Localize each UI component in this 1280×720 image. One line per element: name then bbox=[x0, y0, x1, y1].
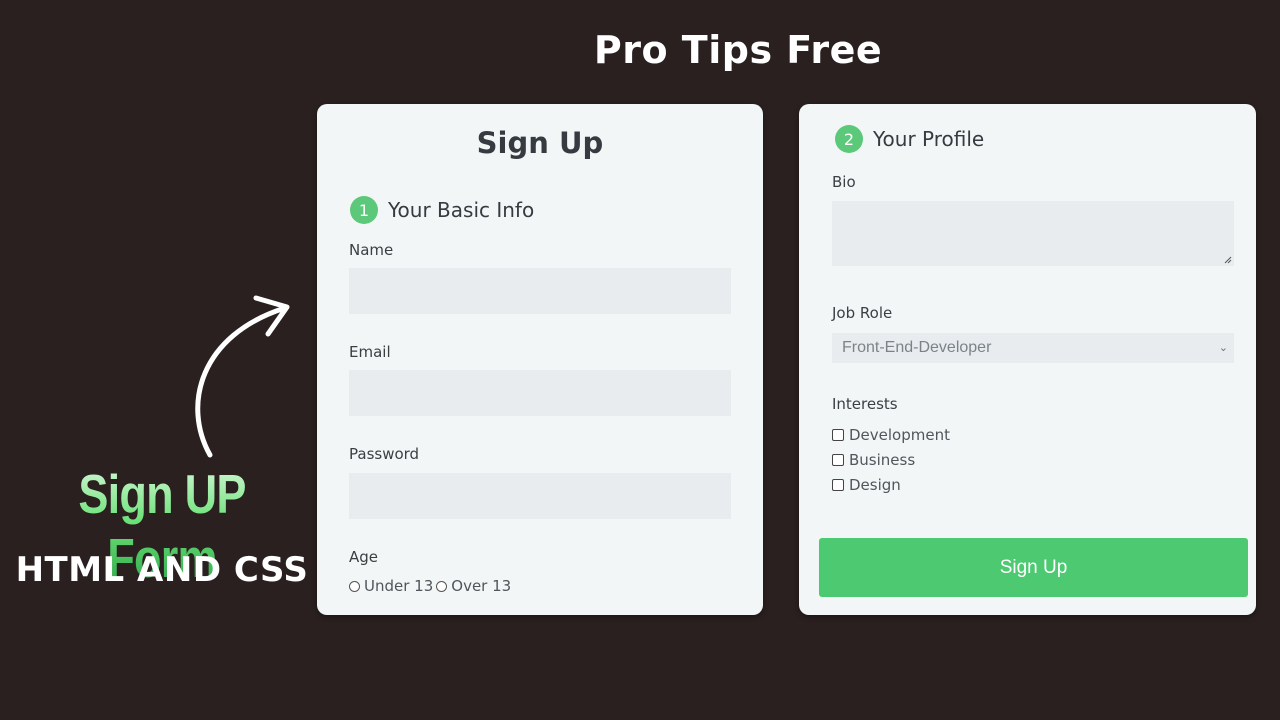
bio-textarea[interactable] bbox=[832, 201, 1234, 266]
interest-development-label: Development bbox=[849, 426, 950, 444]
age-options: Under 13 Over 13 bbox=[349, 577, 511, 595]
interests-label: Interests bbox=[832, 395, 898, 413]
password-input[interactable] bbox=[349, 473, 731, 519]
step-number-badge: 2 bbox=[835, 125, 863, 153]
age-under-13-label: Under 13 bbox=[364, 577, 434, 595]
interest-design-row[interactable]: Design bbox=[832, 476, 901, 494]
job-role-label: Job Role bbox=[832, 304, 893, 322]
resize-grip-icon[interactable] bbox=[1224, 256, 1232, 264]
promo-subtitle: HTML AND CSS bbox=[15, 550, 309, 590]
section-title: Your Profile bbox=[873, 127, 985, 151]
interest-design-checkbox[interactable] bbox=[832, 479, 844, 491]
interest-development-checkbox[interactable] bbox=[832, 429, 844, 441]
interest-development-row[interactable]: Development bbox=[832, 426, 950, 444]
chevron-down-icon: ⌄ bbox=[1218, 342, 1228, 354]
sign-up-button[interactable]: Sign Up bbox=[819, 538, 1248, 597]
interest-design-label: Design bbox=[849, 476, 901, 494]
password-label: Password bbox=[349, 445, 420, 463]
interest-business-label: Business bbox=[849, 451, 916, 469]
email-input[interactable] bbox=[349, 370, 731, 416]
bio-label: Bio bbox=[832, 173, 856, 191]
card-heading: Sign Up bbox=[476, 126, 604, 160]
age-under-13-radio[interactable] bbox=[349, 580, 360, 592]
age-over-13-label: Over 13 bbox=[451, 577, 512, 595]
section-title: Your Basic Info bbox=[388, 198, 535, 222]
email-label: Email bbox=[349, 343, 391, 361]
job-role-select[interactable]: Front-End-Developer ⌄ bbox=[832, 333, 1234, 363]
page-title: Pro Tips Free bbox=[593, 28, 883, 72]
section-profile-header: 2 Your Profile bbox=[835, 125, 984, 153]
interest-business-checkbox[interactable] bbox=[832, 454, 844, 466]
name-input[interactable] bbox=[349, 268, 731, 314]
age-label: Age bbox=[349, 548, 379, 566]
name-label: Name bbox=[349, 241, 394, 259]
section-basic-info-header: 1 Your Basic Info bbox=[350, 196, 534, 224]
curved-arrow-icon bbox=[195, 295, 290, 458]
signup-card-profile: 2 Your Profile Bio Job Role Front-End-De… bbox=[799, 104, 1256, 615]
interest-business-row[interactable]: Business bbox=[832, 451, 915, 469]
step-number-badge: 1 bbox=[350, 196, 378, 224]
job-role-selected-value: Front-End-Developer bbox=[842, 339, 992, 356]
age-over-13-radio[interactable] bbox=[436, 580, 448, 592]
signup-card-basic-info: Sign Up 1 Your Basic Info Name Email Pas… bbox=[317, 104, 763, 615]
